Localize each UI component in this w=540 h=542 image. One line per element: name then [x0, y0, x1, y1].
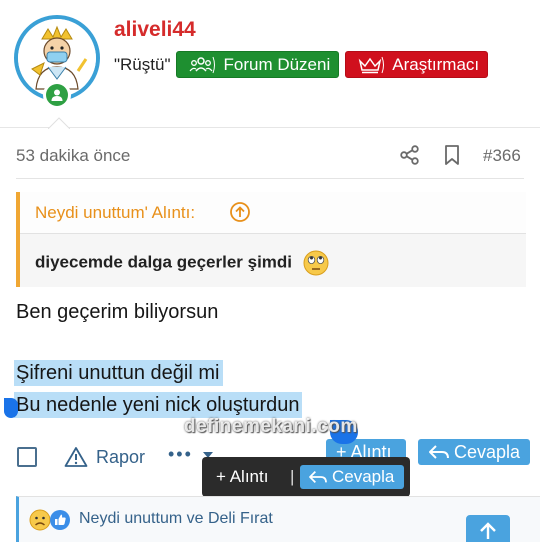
popup-reply-label: Cevapla — [332, 467, 395, 486]
reaction-icons — [29, 509, 71, 531]
like-icon — [50, 510, 70, 530]
selection-start-handle[interactable] — [4, 398, 18, 418]
quote-body-text: diyecemde dalga geçerler şimdi — [35, 252, 293, 272]
badge-arastirmaci: Araştırmacı — [345, 51, 489, 78]
message-line: Ben geçerim biliyorsun — [16, 301, 219, 323]
post-meta-row: 53 dakika önce #366 — [0, 140, 540, 172]
reply-button-label: Cevapla — [453, 441, 520, 462]
selection-popup: + Alıntı | Cevapla — [202, 457, 410, 497]
badge-forum-duzeni: Forum Düzeni — [176, 51, 340, 78]
reply-arrow-icon — [428, 445, 449, 459]
post-time[interactable]: 53 dakika önce — [16, 146, 130, 166]
sad-face-icon — [29, 509, 51, 531]
select-post-checkbox[interactable] — [17, 447, 37, 467]
reaction-users-link[interactable]: Neydi unuttum ve Deli Fırat — [79, 510, 273, 528]
popup-reply-button[interactable]: Cevapla — [300, 465, 404, 489]
site-watermark: definemekani.com — [184, 416, 358, 437]
message-line-selected: Bu nedenle yeni nick oluşturdun — [14, 392, 302, 418]
selected-text: Bu nedenle yeni nick oluşturdun — [14, 392, 302, 418]
badge-label: Forum Düzeni — [223, 54, 331, 74]
selected-text: Şifreni unuttun değil mi — [14, 360, 224, 386]
header-caret — [48, 117, 70, 129]
badge-label: Araştırmacı — [392, 54, 480, 74]
popup-separator: | — [290, 467, 295, 486]
report-button[interactable]: Rapor — [64, 446, 145, 468]
user-icon — [51, 89, 63, 101]
reactions-bar: Neydi unuttum ve Deli Fırat — [16, 496, 540, 542]
scroll-to-top-button[interactable] — [466, 515, 510, 542]
bookmark-icon[interactable] — [441, 144, 463, 166]
quote-text: diyecemde dalga geçerler şimdi — [35, 250, 329, 276]
more-label: ••• — [168, 444, 193, 464]
share-icon[interactable] — [399, 144, 421, 166]
crown-icon — [354, 54, 386, 76]
quote-header[interactable]: Neydi unuttum' Alıntı: — [20, 192, 526, 234]
username-link[interactable]: aliveli44 — [114, 18, 196, 42]
popup-quote-button[interactable]: + Alıntı — [216, 467, 268, 487]
arrow-up-circle-icon[interactable] — [229, 201, 251, 223]
group-icon — [185, 54, 217, 76]
arrow-up-icon — [480, 522, 496, 539]
user-title: "Rüştü" — [114, 54, 171, 74]
report-label: Rapor — [96, 446, 146, 467]
reply-arrow-icon — [309, 471, 327, 483]
reply-button[interactable]: Cevapla — [418, 439, 530, 465]
user-title-row: "Rüştü" Forum Düzeni Araştırmacı — [114, 51, 489, 78]
message-line-selected: Şifreni unuttun değil mi — [14, 360, 224, 386]
online-status-indicator — [43, 81, 71, 109]
quote-source[interactable]: Neydi unuttum' Alıntı: — [35, 203, 195, 223]
warning-icon — [64, 447, 88, 467]
post-number-link[interactable]: #366 — [483, 146, 521, 166]
eye-roll-emoji-icon — [303, 250, 329, 276]
quote-block: Neydi unuttum' Alıntı: diyecemde dalga g… — [16, 192, 526, 287]
meta-divider — [16, 178, 524, 179]
post-user-header: aliveli44 "Rüştü" Forum Düzeni Araştırma… — [0, 0, 540, 129]
